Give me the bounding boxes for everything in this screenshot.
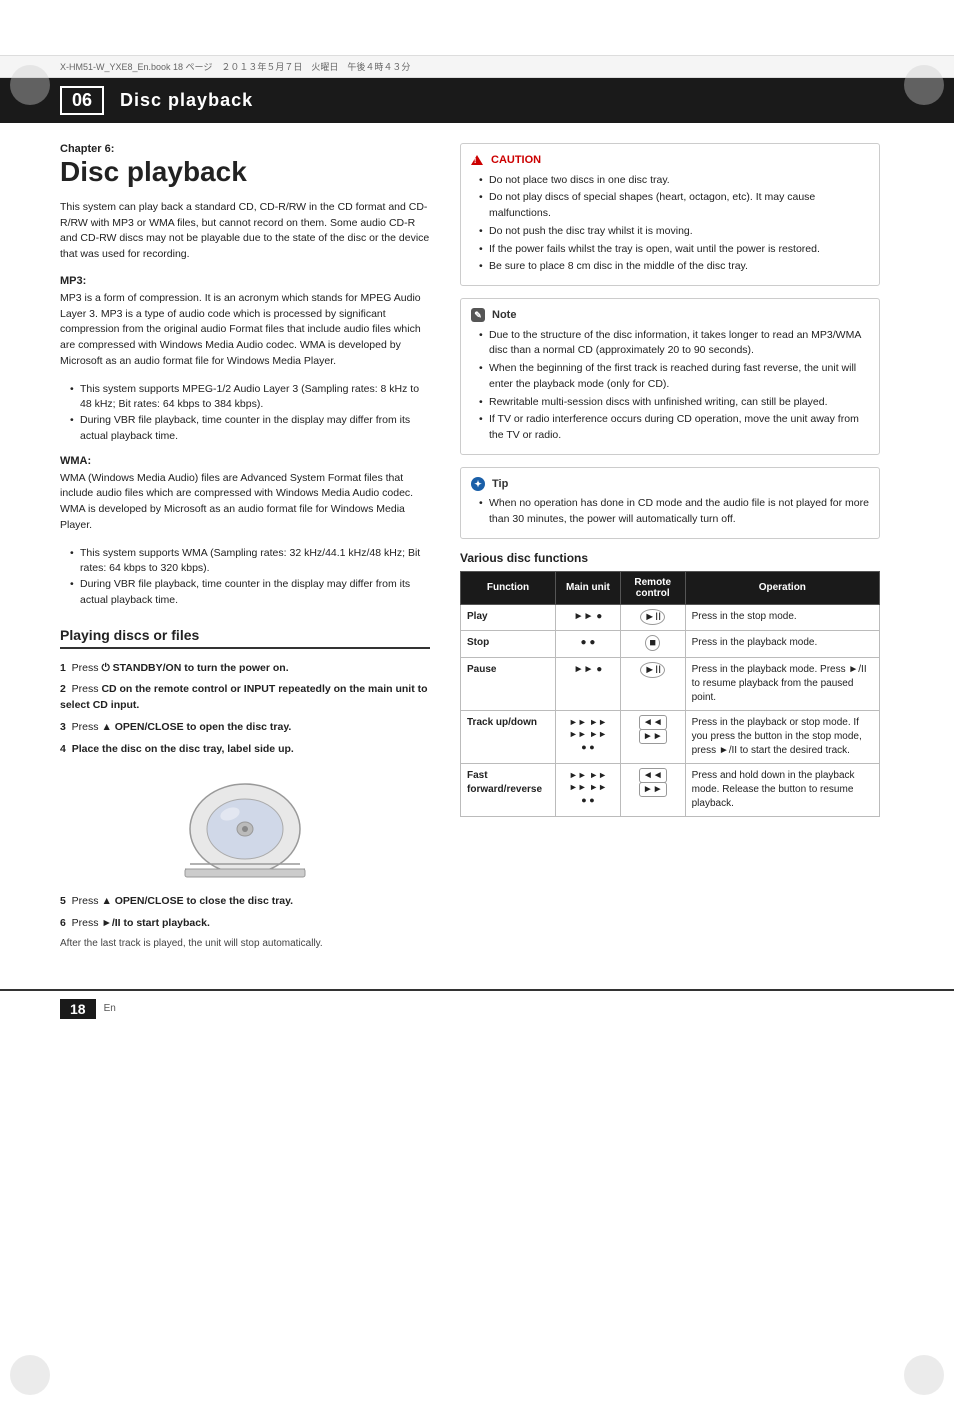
wma-bullets: This system supports WMA (Sampling rates… (60, 546, 430, 609)
main-content: Chapter 6: Disc playback This system can… (0, 123, 954, 969)
chapter-main-title: Disc playback (60, 157, 430, 188)
note-item-3: Rewritable multi-session discs with unfi… (479, 395, 869, 411)
col-function: Function (461, 571, 556, 604)
tip-icon: ✦ (471, 477, 485, 491)
remote-stop: ■ (620, 631, 685, 657)
step-2: 2 Press CD on the remote control or INPU… (60, 682, 430, 714)
caution-item-2: Do not play discs of special shapes (hea… (479, 190, 869, 222)
footer-lang: En (104, 1003, 116, 1014)
caution-list: Do not place two discs in one disc tray.… (471, 173, 869, 276)
disc-functions-table: Function Main unit Remote control Operat… (460, 571, 880, 817)
caution-title: CAUTION (471, 152, 869, 169)
cd-illustration (60, 769, 430, 882)
func-play: Play (461, 604, 556, 630)
remote-fast: ◄◄ ►► (620, 763, 685, 816)
mp3-heading: MP3: (60, 275, 430, 287)
intro-text: This system can play back a standard CD,… (60, 200, 430, 263)
note-box: ✎ Note Due to the structure of the disc … (460, 298, 880, 455)
unit-stop: ● ● (556, 631, 621, 657)
remote-track: ◄◄ ►► (620, 710, 685, 763)
mp3-bullet-1: This system supports MPEG-1/2 Audio Laye… (70, 382, 430, 414)
caution-item-4: If the power fails whilst the tray is op… (479, 242, 869, 258)
chapter-title-header: Disc playback (120, 90, 253, 111)
page-number: 18 (60, 999, 96, 1019)
table-row-track: Track up/down ►► ►► ►► ►► ● ● ◄◄ ►► Pres… (461, 710, 880, 763)
cd-svg (180, 769, 310, 879)
right-column: CAUTION Do not place two discs in one di… (460, 143, 880, 949)
note-item-1: Due to the structure of the disc informa… (479, 328, 869, 360)
wma-bullet-2: During VBR file playback, time counter i… (70, 577, 430, 609)
unit-play: ►► ● (556, 604, 621, 630)
chapter-header: 06 Disc playback (0, 78, 954, 123)
unit-pause: ►► ● (556, 657, 621, 710)
tip-item-1: When no operation has done in CD mode an… (479, 496, 869, 528)
left-column: Chapter 6: Disc playback This system can… (60, 143, 430, 949)
note-item-2: When the beginning of the first track is… (479, 361, 869, 393)
unit-track: ►► ►► ►► ►► ● ● (556, 710, 621, 763)
table-title: Various disc functions (460, 551, 880, 565)
unit-fast: ►► ►► ►► ►► ● ● (556, 763, 621, 816)
wma-description: WMA (Windows Media Audio) files are Adva… (60, 471, 430, 534)
caution-item-5: Be sure to place 8 cm disc in the middle… (479, 259, 869, 275)
col-main-unit: Main unit (556, 571, 621, 604)
wma-heading: WMA: (60, 455, 430, 467)
mp3-description: MP3 is a form of compression. It is an a… (60, 291, 430, 370)
col-remote: Remote control (620, 571, 685, 604)
table-row-fast: Fast forward/reverse ►► ►► ►► ►► ● ● ◄◄ … (461, 763, 880, 816)
warning-icon (471, 155, 483, 165)
func-track: Track up/down (461, 710, 556, 763)
tip-box: ✦ Tip When no operation has done in CD m… (460, 467, 880, 539)
remote-play: ►II (620, 604, 685, 630)
table-row-pause: Pause ►► ● ►II Press in the playback mod… (461, 657, 880, 710)
after-step6: After the last track is played, the unit… (60, 938, 430, 949)
note-list: Due to the structure of the disc informa… (471, 328, 869, 444)
step-4: 4 Place the disc on the disc tray, label… (60, 742, 430, 758)
wma-bullet-1: This system supports WMA (Sampling rates… (70, 546, 430, 578)
note-icon: ✎ (471, 308, 485, 322)
footer: 18 En (0, 989, 954, 1027)
table-row-stop: Stop ● ● ■ Press in the playback mode. (461, 631, 880, 657)
header-bar-text: X-HM51-W_YXE8_En.book 18 ページ ２０１３年５月７日 火… (60, 60, 410, 73)
corner-decoration-tr (904, 65, 944, 105)
op-stop: Press in the playback mode. (685, 631, 879, 657)
step-3: 3 Press ▲ OPEN/CLOSE to open the disc tr… (60, 720, 430, 736)
step-5: 5 Press ▲ OPEN/CLOSE to close the disc t… (60, 894, 430, 910)
op-fast: Press and hold down in the playback mode… (685, 763, 879, 816)
tip-title: ✦ Tip (471, 476, 869, 493)
corner-decoration-bl (10, 1355, 50, 1395)
note-item-4: If TV or radio interference occurs durin… (479, 412, 869, 444)
table-row-play: Play ►► ● ►II Press in the stop mode. (461, 604, 880, 630)
tip-list: When no operation has done in CD mode an… (471, 496, 869, 528)
func-fast: Fast forward/reverse (461, 763, 556, 816)
caution-item-3: Do not push the disc tray whilst it is m… (479, 224, 869, 240)
step-1: 1 Press ⏻ STANDBY/ON to turn the power o… (60, 661, 430, 677)
func-stop: Stop (461, 631, 556, 657)
caution-box: CAUTION Do not place two discs in one di… (460, 143, 880, 286)
note-title: ✎ Note (471, 307, 869, 324)
corner-decoration-tl (10, 65, 50, 105)
mp3-bullets: This system supports MPEG-1/2 Audio Laye… (60, 382, 430, 445)
corner-decoration-br (904, 1355, 944, 1395)
op-play: Press in the stop mode. (685, 604, 879, 630)
remote-pause: ►II (620, 657, 685, 710)
mp3-bullet-2: During VBR file playback, time counter i… (70, 413, 430, 445)
playing-section-title: Playing discs or files (60, 627, 430, 649)
chapter-number: 06 (60, 86, 104, 115)
step-6: 6 Press ►/II to start playback. (60, 916, 430, 932)
op-pause: Press in the playback mode. Press ►/II t… (685, 657, 879, 710)
op-track: Press in the playback or stop mode. If y… (685, 710, 879, 763)
func-pause: Pause (461, 657, 556, 710)
caution-item-1: Do not place two discs in one disc tray. (479, 173, 869, 189)
header-bar: X-HM51-W_YXE8_En.book 18 ページ ２０１３年５月７日 火… (0, 55, 954, 78)
chapter-label: Chapter 6: (60, 143, 430, 155)
col-operation: Operation (685, 571, 879, 604)
